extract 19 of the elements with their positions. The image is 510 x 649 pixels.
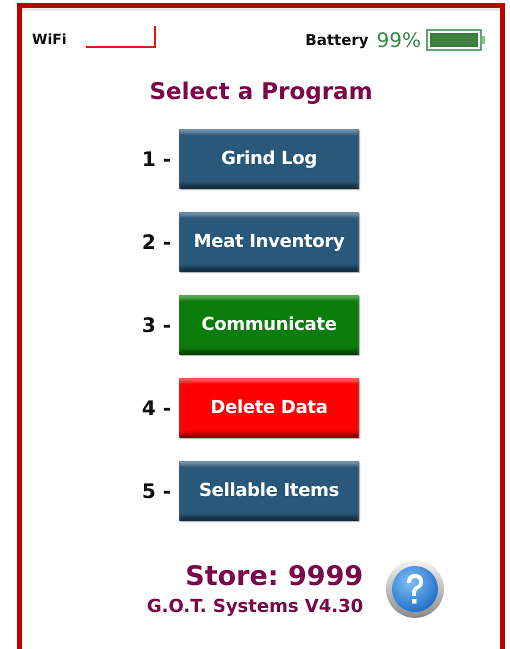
battery-label: Battery xyxy=(305,31,369,49)
version-label: G.O.T. Systems V4.30 xyxy=(146,596,364,617)
screen-title: Select a Program xyxy=(149,79,373,105)
wifi-label: WiFi xyxy=(32,32,67,48)
store-number: Store: 9999 xyxy=(185,561,364,592)
battery-percent: 99% xyxy=(376,28,421,52)
program-number: 5 - xyxy=(140,479,171,503)
battery-icon xyxy=(426,29,486,51)
wifi-signal-icon xyxy=(84,25,157,49)
program-number: 4 - xyxy=(140,396,171,420)
program-button[interactable]: Delete Data xyxy=(179,378,359,438)
program-button[interactable]: Communicate xyxy=(179,295,359,355)
program-number: 3 - xyxy=(140,313,171,337)
help-button[interactable] xyxy=(385,559,446,619)
program-number: 1 - xyxy=(140,147,171,171)
program-button[interactable]: Meat Inventory xyxy=(179,212,359,272)
program-number: 2 - xyxy=(140,230,171,254)
program-button[interactable]: Grind Log xyxy=(179,129,359,189)
program-button[interactable]: Sellable Items xyxy=(179,461,359,521)
